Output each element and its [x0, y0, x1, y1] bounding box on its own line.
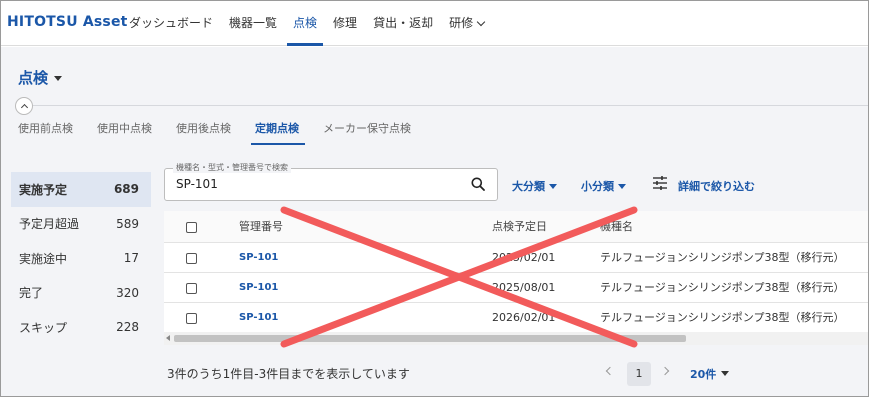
chevron-down-icon	[476, 17, 486, 27]
caret-down-icon	[721, 371, 730, 376]
status-label: 予定月超過	[19, 217, 80, 232]
nav-item-training-label: 研修	[449, 16, 474, 30]
tab-maker-maintenance[interactable]: メーカー保守点検	[311, 117, 423, 145]
inspection-table: 管理番号 点検予定日 機種名 SP-101 2025/02/01 テルフュージョ…	[164, 211, 868, 345]
status-label: 実施予定	[19, 182, 68, 197]
top-nav-bar: HITOTSU Asset ダッシュボード 機器一覧 点検 修理 貸出・返却 研…	[1, 1, 868, 46]
tab-post-use[interactable]: 使用後点検	[164, 117, 243, 145]
device-id-link[interactable]: SP-101	[239, 243, 278, 273]
prev-page-icon[interactable]	[605, 366, 615, 376]
major-category-dropdown[interactable]: 大分類	[512, 178, 557, 194]
filter-tune-icon[interactable]	[652, 176, 668, 190]
search-icon[interactable]	[471, 177, 485, 191]
tab-pre-use[interactable]: 使用前点検	[6, 117, 85, 145]
app-window: HITOTSU Asset ダッシュボード 機器一覧 点検 修理 貸出・返却 研…	[0, 0, 869, 397]
status-filter-list: 実施予定 689 予定月超過 589 実施途中 17 完了 320 スキップ 2…	[11, 172, 151, 345]
nav-item-training[interactable]: 研修	[441, 1, 492, 46]
status-item-overdue[interactable]: 予定月超過 589	[11, 207, 151, 242]
device-id-link[interactable]: SP-101	[239, 273, 278, 303]
collapse-up-icon[interactable]	[15, 97, 33, 115]
column-header-id[interactable]: 管理番号	[239, 211, 283, 243]
select-all-checkbox[interactable]	[186, 222, 197, 233]
inspection-tabs: 使用前点検 使用中点検 使用後点検 定期点検 メーカー保守点検	[6, 117, 423, 145]
tab-periodic[interactable]: 定期点検	[243, 117, 311, 145]
main-nav: ダッシュボード 機器一覧 点検 修理 貸出・返却 研修	[121, 1, 492, 46]
caret-down-icon	[618, 184, 626, 189]
nav-item-lending[interactable]: 貸出・返却	[365, 1, 441, 46]
next-page-icon[interactable]	[660, 366, 670, 376]
status-count: 228	[116, 320, 139, 335]
nav-item-inspection[interactable]: 点検	[285, 1, 325, 46]
status-count: 17	[123, 251, 139, 266]
status-count: 689	[113, 182, 139, 197]
nav-item-dashboard[interactable]: ダッシュボード	[121, 1, 221, 46]
results-summary: 3件のうち1件目-3件目までを表示しています	[167, 367, 410, 381]
page-title-dropdown[interactable]: 点検	[18, 67, 63, 88]
status-label: 完了	[19, 286, 44, 301]
search-input[interactable]: 機種名・型式・管理番号で検索 SP-101	[164, 162, 498, 201]
scheduled-date: 2025/08/01	[492, 281, 556, 294]
scroll-left-arrow-icon[interactable]	[166, 335, 170, 341]
status-item-completed[interactable]: 完了 320	[11, 276, 151, 311]
table-row[interactable]: SP-101 2025/08/01 テルフュージョンシリンジポンプ38型（移行元…	[164, 273, 868, 303]
device-id-link[interactable]: SP-101	[239, 303, 278, 333]
column-header-model[interactable]: 機種名	[600, 211, 633, 243]
status-count: 320	[116, 285, 139, 300]
row-checkbox[interactable]	[186, 313, 197, 324]
advanced-filter-button[interactable]: 詳細で絞り込む	[678, 178, 755, 194]
page-content: 点検 使用前点検 使用中点検 使用後点検 定期点検 メーカー保守点検 実施予定 …	[1, 47, 868, 396]
scrollbar-thumb[interactable]	[174, 335, 686, 342]
search-value: SP-101	[176, 177, 218, 191]
tab-in-use[interactable]: 使用中点検	[85, 117, 164, 145]
search-label: 機種名・型式・管理番号で検索	[173, 162, 291, 173]
table-header-row: 管理番号 点検予定日 機種名	[164, 211, 868, 243]
horizontal-scrollbar[interactable]	[164, 332, 868, 345]
table-row[interactable]: SP-101 2025/02/01 テルフュージョンシリンジポンプ38型（移行元…	[164, 243, 868, 273]
status-count: 589	[116, 216, 139, 231]
model-name: テルフュージョンシリンジポンプ38型（移行元）	[600, 251, 845, 264]
model-name: テルフュージョンシリンジポンプ38型（移行元）	[600, 311, 845, 324]
minor-category-label: 小分類	[581, 180, 614, 193]
status-label: 実施途中	[19, 251, 68, 266]
status-item-skipped[interactable]: スキップ 228	[11, 310, 151, 345]
per-page-label: 20件	[690, 368, 717, 381]
nav-item-device-list[interactable]: 機器一覧	[221, 1, 285, 46]
per-page-dropdown[interactable]: 20件	[690, 366, 730, 382]
nav-item-repair[interactable]: 修理	[325, 1, 365, 46]
page-number-current[interactable]: 1	[627, 362, 651, 386]
minor-category-dropdown[interactable]: 小分類	[581, 178, 626, 194]
row-checkbox[interactable]	[186, 253, 197, 264]
table-row[interactable]: SP-101 2026/02/01 テルフュージョンシリンジポンプ38型（移行元…	[164, 303, 868, 333]
status-item-scheduled[interactable]: 実施予定 689	[11, 172, 151, 207]
model-name: テルフュージョンシリンジポンプ38型（移行元）	[600, 281, 845, 294]
scheduled-date: 2026/02/01	[492, 311, 556, 324]
major-category-label: 大分類	[512, 180, 545, 193]
scheduled-date: 2025/02/01	[492, 251, 556, 264]
caret-down-icon	[549, 184, 557, 189]
app-logo[interactable]: HITOTSU Asset	[7, 14, 128, 30]
status-item-in-progress[interactable]: 実施途中 17	[11, 241, 151, 276]
status-label: スキップ	[19, 320, 68, 335]
collapse-divider	[26, 105, 868, 106]
column-header-date[interactable]: 点検予定日	[492, 211, 547, 243]
page-title: 点検	[18, 69, 49, 87]
row-checkbox[interactable]	[186, 283, 197, 294]
caret-down-icon	[54, 76, 63, 81]
